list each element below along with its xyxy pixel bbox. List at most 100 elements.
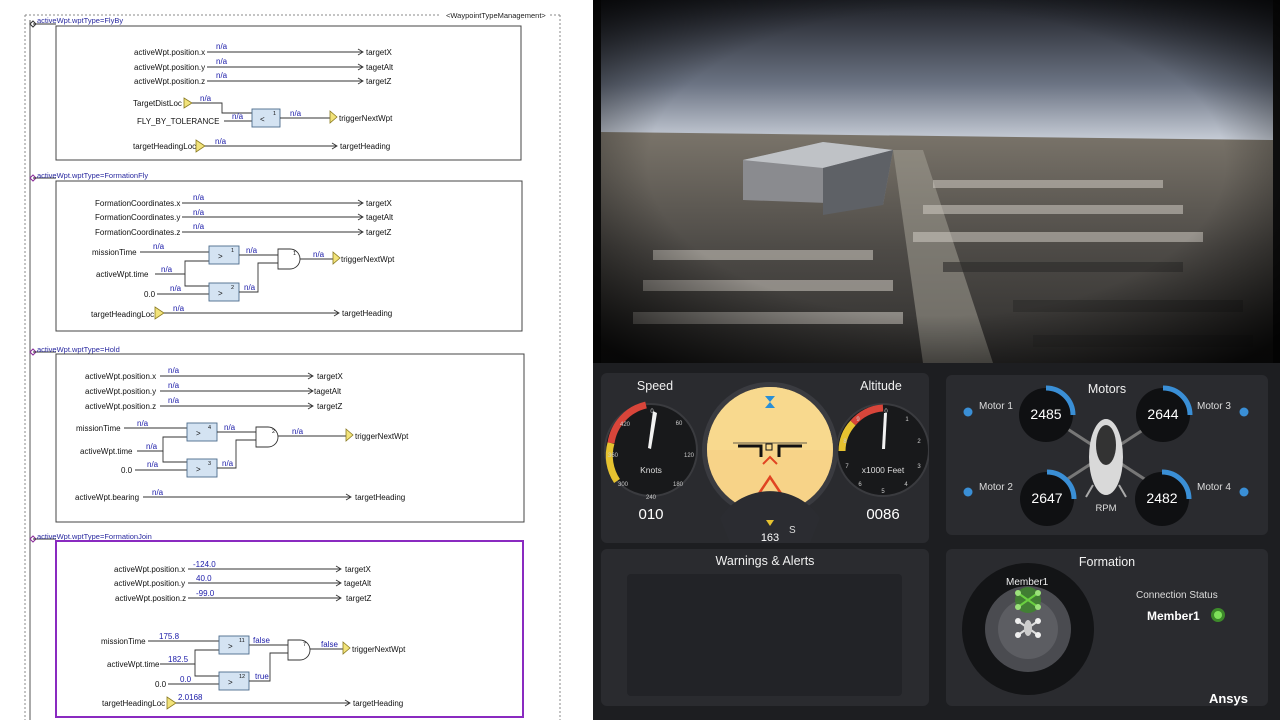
- svg-text:true: true: [255, 672, 269, 681]
- svg-text:n/a: n/a: [168, 396, 180, 405]
- output-label: tagetAlt: [344, 579, 372, 588]
- goto-tag-icon: [342, 641, 351, 655]
- motor-1-indicator: [963, 407, 973, 417]
- warnings-list[interactable]: [627, 574, 902, 696]
- input-label: activeWpt.position.z: [85, 402, 156, 411]
- svg-text:182.5: 182.5: [168, 655, 189, 664]
- svg-text:240: 240: [646, 495, 657, 501]
- input-label: activeWpt.position.x: [114, 565, 185, 574]
- motor-4-label: Motor 4: [1197, 482, 1231, 493]
- input-label: 0.0: [155, 680, 167, 689]
- svg-text:n/a: n/a: [200, 94, 212, 103]
- svg-text:7: 7: [303, 642, 306, 648]
- compare-block[interactable]: [186, 458, 218, 478]
- input-label: targetHeadingLoc: [133, 142, 196, 151]
- motor-3-rpm: 2644: [1147, 406, 1179, 422]
- output-label: targetHeading: [353, 699, 403, 708]
- altitude-gauge: 0 1 2 3 4 5 6 7 8 9 x1000 Feet: [836, 403, 929, 497]
- svg-text:n/a: n/a: [173, 304, 185, 313]
- and-gate-block[interactable]: [277, 248, 301, 270]
- speed-gauge: 0 60 120 180 240 300 360 420 Knots: [604, 401, 698, 501]
- section-header[interactable]: activeWpt.wptType=FlyBy: [37, 16, 123, 25]
- compare-icon: >: [218, 289, 223, 298]
- section-formationjoin: activeWpt.wptType=FormationJoin activeWp…: [29, 532, 524, 718]
- signal-value: n/a: [216, 57, 228, 66]
- camera-view[interactable]: [593, 0, 1280, 363]
- motor-4-indicator: [1239, 487, 1249, 497]
- svg-text:n/a: n/a: [168, 381, 180, 390]
- compass-label: S: [789, 525, 796, 536]
- output-label: triggerNextWpt: [352, 645, 406, 654]
- input-label: targetHeadingLoc: [102, 699, 165, 708]
- drone-body-icon: [1085, 419, 1127, 498]
- input-label: activeWpt.position.y: [134, 63, 205, 72]
- diagram-canvas: <WaypointTypeManagement> activeWpt.wptTy…: [24, 11, 561, 720]
- motor-2-rpm: 2647: [1031, 490, 1063, 506]
- svg-text:n/a: n/a: [168, 366, 180, 375]
- input-label: activeWpt.position.x: [85, 372, 156, 381]
- formation-radar[interactable]: [946, 549, 1268, 706]
- input-label: missionTime: [92, 248, 137, 257]
- input-label: activeWpt.time: [80, 447, 133, 456]
- logic-diagram-pane: <WaypointTypeManagement> activeWpt.wptTy…: [0, 0, 593, 720]
- compare-icon: >: [196, 465, 201, 474]
- input-label: activeWpt.position.z: [134, 77, 205, 86]
- compare-icon: >: [196, 429, 201, 438]
- formation-panel: Formation Member1 Connection Status Memb…: [946, 549, 1268, 706]
- output-label: tagetAlt: [366, 63, 394, 72]
- section-header[interactable]: activeWpt.wptType=Hold: [37, 345, 120, 354]
- output-label: targetX: [345, 565, 371, 574]
- svg-text:n/a: n/a: [193, 193, 205, 202]
- input-label: activeWpt.bearing: [75, 493, 139, 502]
- attitude-indicator[interactable]: S 163: [702, 382, 838, 543]
- rpm-unit: RPM: [1095, 503, 1117, 514]
- compare-block[interactable]: [186, 422, 218, 442]
- svg-text:n/a: n/a: [246, 246, 258, 255]
- output-label: triggerNextWpt: [341, 255, 395, 264]
- section-hold: activeWpt.wptType=Hold activeWpt.positio…: [29, 345, 525, 523]
- svg-text:60: 60: [676, 421, 683, 427]
- brand-logo: Ansys: [1208, 691, 1248, 706]
- compare-icon: <: [260, 115, 265, 124]
- member-drone-icon[interactable]: [1015, 587, 1041, 613]
- section-header[interactable]: activeWpt.wptType=FormationFly: [37, 171, 148, 180]
- compare-block[interactable]: [208, 245, 240, 265]
- input-label: FLY_BY_TOLERANCE: [137, 117, 219, 126]
- input-label: activeWpt.position.x: [134, 48, 205, 57]
- and-gate-block[interactable]: [287, 639, 311, 661]
- output-label: tagetAlt: [314, 387, 342, 396]
- svg-text:11: 11: [239, 638, 245, 644]
- svg-text:n/a: n/a: [152, 488, 164, 497]
- svg-text:4: 4: [208, 425, 211, 431]
- svg-text:0.0: 0.0: [180, 675, 192, 684]
- svg-text:2: 2: [272, 429, 275, 435]
- member-label: Member1: [1006, 577, 1049, 588]
- motor-2-label: Motor 2: [979, 482, 1013, 493]
- input-label: 0.0: [121, 466, 133, 475]
- input-label: 0.0: [144, 290, 156, 299]
- input-label: FormationCoordinates.z: [95, 228, 180, 237]
- input-label: missionTime: [76, 424, 121, 433]
- svg-text:n/a: n/a: [224, 423, 236, 432]
- output-label: targetZ: [346, 594, 371, 603]
- svg-text:n/a: n/a: [170, 284, 182, 293]
- altitude-value: 0086: [866, 506, 900, 523]
- goto-tag-icon: [329, 110, 338, 124]
- section-formationfly: activeWpt.wptType=FormationFly Formation…: [29, 171, 523, 332]
- output-label: targetZ: [366, 228, 391, 237]
- output-label: triggerNextWpt: [339, 114, 393, 123]
- svg-text:n/a: n/a: [244, 283, 256, 292]
- compare-icon: >: [228, 642, 233, 651]
- section-header[interactable]: activeWpt.wptType=FormationJoin: [37, 532, 152, 541]
- svg-text:n/a: n/a: [222, 459, 234, 468]
- input-label: activeWpt.time: [107, 660, 160, 669]
- svg-text:360: 360: [608, 453, 619, 459]
- motor-1-label: Motor 1: [979, 401, 1013, 412]
- svg-text:40.0: 40.0: [196, 574, 212, 583]
- input-label: TargetDistLoc: [133, 99, 182, 108]
- svg-text:n/a: n/a: [215, 137, 227, 146]
- svg-text:3: 3: [208, 461, 211, 467]
- compare-block[interactable]: [208, 282, 240, 302]
- cockpit-dashboard: Speed Altitude 0 60 120 180 240 300 360 …: [593, 363, 1280, 720]
- management-label: <WaypointTypeManagement>: [446, 11, 546, 20]
